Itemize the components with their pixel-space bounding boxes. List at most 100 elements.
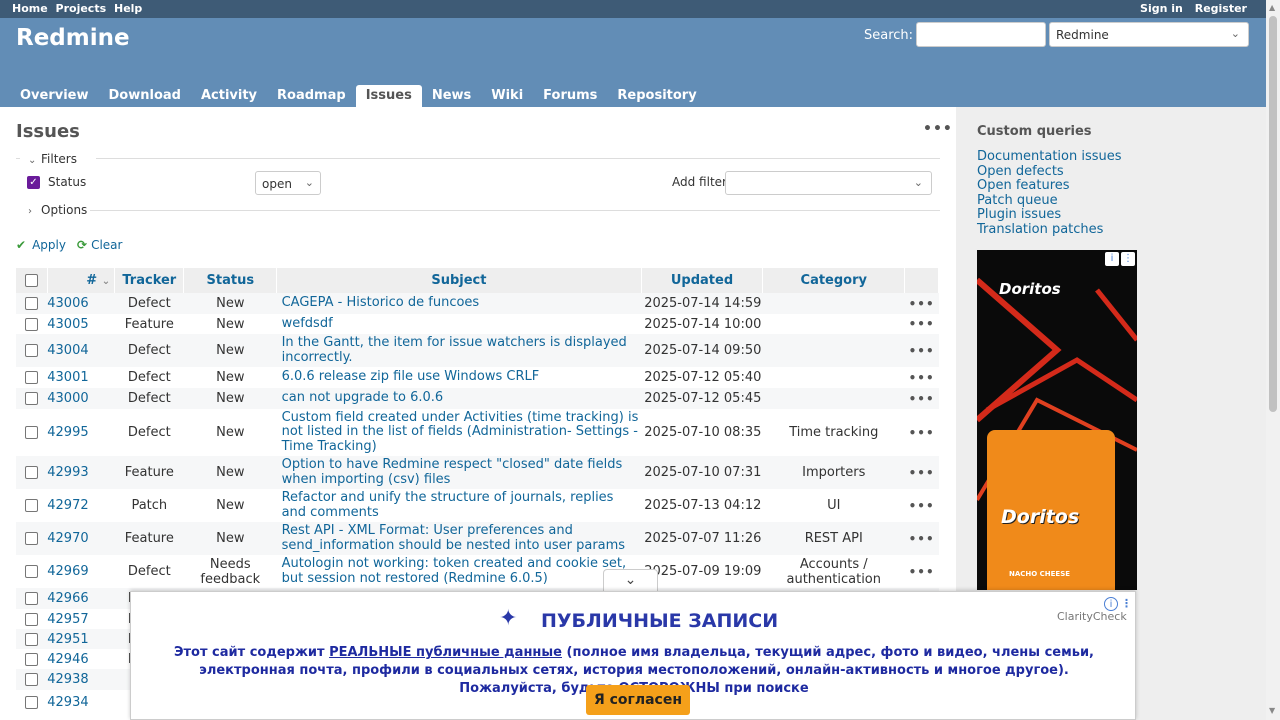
row-checkbox[interactable]: [16, 293, 48, 314]
query-link[interactable]: Plugin issues: [977, 207, 1122, 223]
site-title[interactable]: Redmine: [16, 25, 130, 51]
scrollbar-thumb[interactable]: [1269, 16, 1277, 412]
top-menu-home-link[interactable]: Home: [12, 2, 48, 15]
issue-id-link[interactable]: 42938: [47, 669, 115, 690]
issue-id-link[interactable]: 43001: [47, 367, 115, 388]
table-row[interactable]: 43006 Defect New CAGEPA - Historico de func…: [16, 293, 939, 314]
row-checkbox[interactable]: [16, 334, 48, 367]
row-checkbox-box[interactable]: [25, 344, 39, 357]
ad-info-icon[interactable]: i: [1105, 252, 1119, 266]
issue-subject-link[interactable]: CAGEPA - Historico de funcoes: [276, 293, 642, 314]
row-checkbox-box[interactable]: [25, 392, 39, 405]
row-checkbox[interactable]: [16, 456, 48, 489]
row-checkbox-box[interactable]: [25, 532, 39, 545]
register-link[interactable]: Register: [1195, 2, 1247, 15]
filters-toggle[interactable]: ⌄ Filters: [28, 152, 77, 166]
table-row[interactable]: 42969 Defect Needs feedback Autologin not w…: [16, 555, 939, 588]
row-checkbox[interactable]: [16, 314, 48, 334]
issue-id-link[interactable]: 43000: [47, 388, 115, 409]
table-row[interactable]: 42993 Feature New Option to have Redmine re…: [16, 456, 939, 489]
issue-subject-link[interactable]: Autologin not working: token created and…: [276, 555, 642, 588]
row-checkbox[interactable]: [16, 588, 48, 609]
row-actions-icon[interactable]: •••: [904, 522, 939, 555]
scroll-down-icon[interactable]: ▼: [1269, 706, 1275, 715]
issue-id-link[interactable]: 42993: [47, 456, 115, 489]
issue-id-link[interactable]: 43004: [47, 334, 115, 367]
query-link[interactable]: Patch queue: [977, 193, 1122, 209]
row-checkbox-box[interactable]: [25, 371, 39, 384]
issue-id-link[interactable]: 42951: [47, 629, 115, 649]
column-header-status[interactable]: Status: [183, 268, 278, 293]
issue-subject-link[interactable]: Custom field created under Activities (t…: [276, 409, 642, 456]
row-checkbox[interactable]: [16, 669, 48, 690]
row-checkbox-box[interactable]: [25, 612, 39, 626]
row-checkbox-box[interactable]: [25, 317, 39, 331]
row-checkbox[interactable]: [16, 629, 48, 649]
row-actions-icon[interactable]: •••: [904, 367, 939, 388]
row-actions-icon[interactable]: •••: [904, 388, 939, 409]
actions-menu-icon[interactable]: •••: [923, 121, 953, 137]
row-actions-icon[interactable]: •••: [904, 314, 939, 334]
row-checkbox-box[interactable]: [25, 466, 39, 479]
status-filter-checkbox[interactable]: ✓: [27, 176, 40, 189]
row-checkbox-box[interactable]: [25, 499, 39, 512]
row-checkbox-box[interactable]: [25, 652, 39, 666]
row-actions-icon[interactable]: •••: [904, 409, 939, 456]
status-operator-select[interactable]: open ⌄: [255, 171, 321, 195]
issue-id-link[interactable]: 42970: [47, 522, 115, 555]
row-checkbox-box[interactable]: [25, 696, 39, 709]
tab-roadmap[interactable]: Roadmap: [267, 85, 356, 107]
tab-repository[interactable]: Repository: [607, 85, 706, 107]
select-all-checkbox[interactable]: [24, 274, 38, 287]
tab-issues[interactable]: Issues: [355, 85, 422, 107]
issue-id-link[interactable]: 42969: [47, 555, 115, 588]
row-checkbox[interactable]: [16, 522, 48, 555]
tab-download[interactable]: Download: [99, 85, 191, 107]
tab-news[interactable]: News: [422, 85, 481, 107]
top-menu-projects-link[interactable]: Projects: [56, 2, 107, 15]
banner-menu-icon[interactable]: ⋮: [1121, 597, 1132, 611]
row-checkbox[interactable]: [16, 649, 48, 669]
row-checkbox-box[interactable]: [25, 565, 39, 578]
issue-subject-link[interactable]: Rest API - XML Format: User preferences …: [276, 522, 642, 555]
row-actions-icon[interactable]: •••: [904, 489, 939, 522]
query-link[interactable]: Translation patches: [977, 222, 1122, 238]
issue-id-link[interactable]: 43005: [47, 314, 115, 334]
sign-in-link[interactable]: Sign in: [1140, 2, 1183, 15]
query-link[interactable]: Open defects: [977, 164, 1122, 180]
column-header-tracker[interactable]: Tracker: [114, 268, 185, 293]
clear-button[interactable]: ⟳ Clear: [77, 238, 122, 252]
table-row[interactable]: 43000 Defect New can not upgrade to 6.0.6 20…: [16, 388, 939, 409]
issue-id-link[interactable]: 43006: [47, 293, 115, 314]
row-actions-icon[interactable]: •••: [904, 293, 939, 314]
table-row[interactable]: 43004 Defect New In the Gantt, the item for…: [16, 334, 939, 367]
tab-forums[interactable]: Forums: [533, 85, 607, 107]
project-jump-select[interactable]: Redmine ⌄: [1049, 22, 1249, 47]
scroll-up-icon[interactable]: ▲: [1269, 3, 1275, 12]
table-row[interactable]: 42972 Patch New Refactor and unify the stru…: [16, 489, 939, 522]
table-row[interactable]: 43001 Defect New 6.0.6 release zip file use…: [16, 367, 939, 388]
row-actions-icon[interactable]: •••: [904, 555, 939, 588]
row-checkbox-box[interactable]: [25, 592, 39, 605]
row-checkbox-box[interactable]: [25, 426, 39, 439]
row-checkbox-box[interactable]: [25, 632, 39, 646]
row-checkbox[interactable]: [16, 409, 48, 456]
row-checkbox-box[interactable]: [25, 297, 39, 310]
issue-subject-link[interactable]: 6.0.6 release zip file use Windows CRLF: [276, 367, 642, 388]
issue-subject-link[interactable]: wefdsdf: [276, 314, 642, 334]
top-menu-help-link[interactable]: Help: [114, 2, 142, 15]
tab-wiki[interactable]: Wiki: [481, 85, 533, 107]
row-actions-icon[interactable]: •••: [904, 456, 939, 489]
row-actions-icon[interactable]: •••: [904, 334, 939, 367]
ad-menu-icon[interactable]: ⋮: [1121, 252, 1135, 266]
column-header-id[interactable]: # ⌄: [47, 268, 116, 293]
issue-subject-link[interactable]: can not upgrade to 6.0.6: [276, 388, 642, 409]
page-scrollbar[interactable]: ▲ ▼: [1266, 0, 1280, 720]
select-all-header[interactable]: [16, 268, 48, 293]
issue-id-link[interactable]: 42995: [47, 409, 115, 456]
search-input[interactable]: [916, 22, 1046, 47]
column-header-subject[interactable]: Subject: [276, 268, 642, 293]
query-link[interactable]: Open features: [977, 178, 1122, 194]
tab-activity[interactable]: Activity: [191, 85, 267, 107]
row-checkbox[interactable]: [16, 555, 48, 588]
